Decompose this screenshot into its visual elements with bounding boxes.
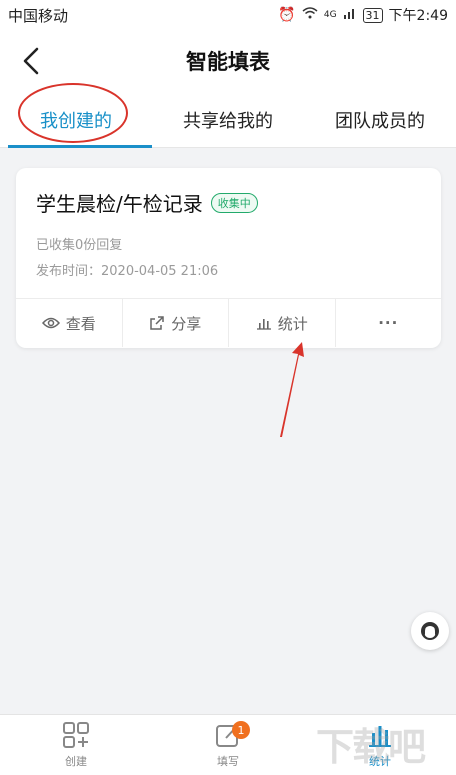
publish-time: 发布时间：2020-04-05 21:06 [36,264,219,279]
notification-badge: 1 [232,721,250,739]
share-label: 分享 [171,314,202,333]
tab-team-members[interactable]: 团队成员的 [304,92,456,147]
view-button[interactable]: 查看 [16,299,123,347]
eye-icon [41,317,60,329]
customer-service-button[interactable] [411,612,449,650]
card-actions: 查看 分享 统计 ··· [16,298,441,347]
status-badge: 收集中 [210,192,258,213]
active-tab-indicator [8,145,152,148]
carrier-label: 中国移动 [8,6,69,25]
nav-fill[interactable]: 1 填写 [152,715,304,775]
more-icon: ··· [378,314,399,332]
nav-create[interactable]: 创建 [0,715,152,775]
status-bar: 中国移动 ⏰ 4G 31 下午2:49 [0,0,456,30]
share-button[interactable]: 分享 [123,299,229,347]
bar-chart-icon [256,319,271,330]
tab-shared-with-me[interactable]: 共享给我的 [152,92,304,147]
tab-label: 团队成员的 [335,110,425,132]
nav-label: 创建 [65,755,87,768]
view-label: 查看 [65,314,96,333]
more-button[interactable]: ··· [336,299,442,347]
battery-icon: 31 [362,7,383,23]
watermark-logo: 下载吧 [316,725,426,769]
page-title: 智能填表 [186,50,270,74]
collected-count: 已收集0份回复 [36,238,123,253]
annotation-ellipse [18,83,128,143]
form-card[interactable]: 学生晨检/午检记录 收集中 已收集0份回复 发布时间：2020-04-05 21… [16,168,441,348]
status-icons: ⏰ 4G 31 下午2:49 [278,5,448,25]
headset-icon [421,622,439,640]
nav-label: 填写 [217,755,239,768]
alarm-icon: ⏰ [278,7,296,23]
network-type: 4G [323,10,337,20]
form-title: 学生晨检/午检记录 [36,192,203,216]
wifi-icon [302,7,318,23]
status-time: 下午2:49 [388,8,448,24]
signal-icon [343,7,357,23]
share-icon [150,316,164,330]
tab-label: 共享给我的 [183,110,273,132]
card-title-row: 学生晨检/午检记录 收集中 [36,188,258,217]
stats-label: 统计 [277,314,308,333]
grid-plus-icon [63,722,89,748]
annotation-arrow [280,342,304,437]
